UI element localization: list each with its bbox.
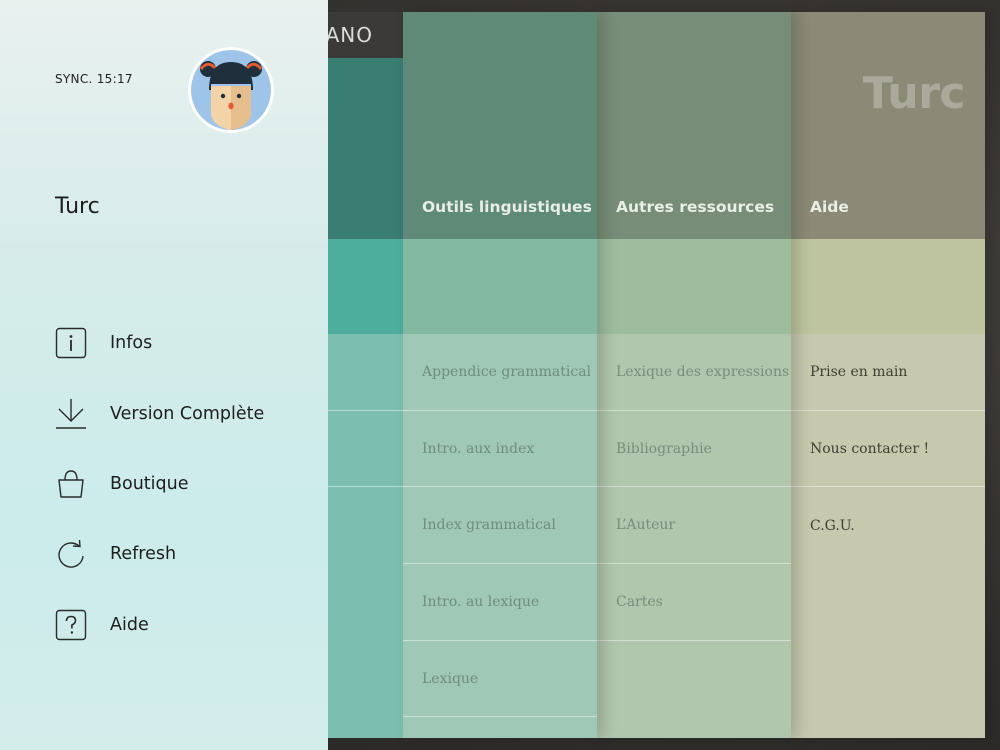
list-item[interactable]: Intro. aux index: [403, 411, 597, 488]
list-item[interactable]: Cartes: [597, 564, 791, 641]
menu-item-label: Refresh: [110, 544, 177, 565]
list-item[interactable]: Bibliographie: [597, 411, 791, 488]
list-item[interactable]: Prise en main: [791, 334, 985, 411]
sync-status: SYNC. 15:17: [55, 72, 133, 86]
column-header: Autres ressources: [597, 12, 791, 239]
menu-item-version-complete[interactable]: Version Complète: [54, 378, 314, 448]
list-item[interactable]: Lexique des expressions: [597, 334, 791, 411]
column-title: Aide: [810, 198, 849, 216]
list-item[interactable]: [328, 487, 403, 740]
avatar-icon: [191, 50, 271, 130]
menu-item-infos[interactable]: Infos: [54, 308, 314, 378]
info-icon: [54, 326, 88, 360]
list-item[interactable]: Index grammatical: [403, 487, 597, 565]
refresh-icon: [54, 537, 88, 571]
shopping-bag-icon: [54, 467, 88, 501]
list-item[interactable]: [328, 411, 403, 488]
brand-logo: ANO: [325, 12, 403, 58]
menu-item-label: Boutique: [110, 473, 189, 494]
menu-item-refresh[interactable]: Refresh: [54, 519, 314, 589]
language-watermark: Turc: [862, 68, 966, 119]
app-screen: ANO Outils linguistiques Appendice gramm…: [0, 0, 1000, 750]
column-aide: Turc Aide Prise en main Nous contacter !…: [791, 12, 985, 738]
column-title: Outils linguistiques: [422, 198, 592, 216]
column-autres-ressources: Autres ressources Lexique des expression…: [597, 12, 791, 738]
list-item[interactable]: Appendice grammatical: [403, 334, 597, 411]
list-item[interactable]: [328, 334, 403, 411]
menu-item-boutique[interactable]: Boutique: [54, 449, 314, 519]
drawer-menu: Infos Version Complète Boutique Refresh …: [54, 308, 314, 660]
menu-item-label: Aide: [110, 614, 149, 635]
list-item[interactable]: Nous contacter !: [791, 411, 985, 488]
download-icon: [54, 397, 88, 431]
column-header: Outils linguistiques: [403, 12, 597, 239]
list-item[interactable]: C.G.U.: [791, 487, 985, 564]
brand-text: ANO: [325, 23, 373, 47]
menu-item-label: Infos: [110, 333, 153, 354]
list-item[interactable]: Intro. au lexique: [403, 564, 597, 641]
column-band: [403, 239, 597, 334]
content-board: ANO Outils linguistiques Appendice gramm…: [325, 12, 985, 740]
column-title: Autres ressources: [616, 198, 775, 216]
column-header: [328, 58, 403, 239]
column-partial: ANO: [325, 12, 403, 740]
column-band: [597, 239, 791, 334]
language-title: Turc: [55, 194, 100, 219]
column-header: Turc Aide: [791, 12, 985, 239]
list-item[interactable]: Lexique: [403, 641, 597, 718]
menu-item-aide[interactable]: Aide: [54, 590, 314, 660]
help-icon: [54, 608, 88, 642]
column-outils-linguistiques: Outils linguistiques Appendice grammatic…: [403, 12, 597, 738]
menu-item-label: Version Complète: [110, 403, 265, 424]
list-item[interactable]: L’Auteur: [597, 487, 791, 565]
column-band: [791, 239, 985, 334]
avatar[interactable]: [188, 47, 274, 133]
side-drawer: SYNC. 15:17 Turc Infos Version Complète …: [0, 0, 328, 750]
column-band: [328, 239, 403, 334]
